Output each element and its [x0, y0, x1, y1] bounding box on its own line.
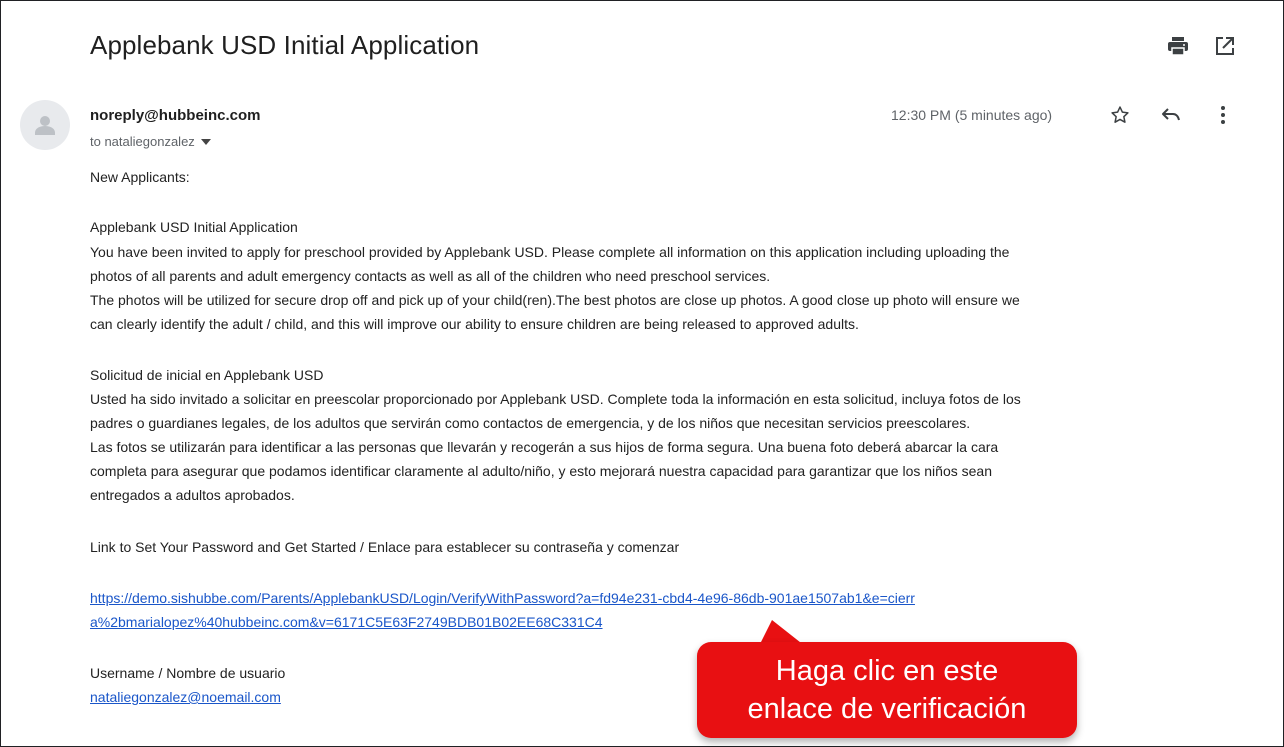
verification-link-line-1[interactable]: https://demo.sishubbe.com/Parents/Appleb…	[90, 587, 915, 610]
person-avatar-icon	[20, 100, 70, 150]
spanish-line-5: entregados a adultos aprobados.	[90, 487, 295, 503]
caret-down-icon	[200, 138, 211, 145]
english-title: Applebank USD Initial Application	[90, 219, 298, 235]
spanish-line-4: completa para asegurar que podamos ident…	[90, 463, 992, 479]
printer-icon[interactable]	[1166, 34, 1190, 58]
open-in-new-window-icon[interactable]	[1213, 34, 1237, 58]
callout-line-1: Haga clic en este	[775, 655, 999, 687]
reply-arrow-icon[interactable]	[1160, 104, 1182, 126]
english-line-1: You have been invited to apply for presc…	[90, 244, 1010, 260]
english-line-3: The photos will be utilized for secure d…	[90, 292, 1020, 308]
greeting: New Applicants:	[90, 169, 190, 185]
username-label: Username / Nombre de usuario	[90, 665, 286, 681]
english-line-4: can clearly identify the adult / child, …	[90, 316, 859, 332]
star-outline-icon[interactable]	[1109, 104, 1131, 126]
recipient-dropdown[interactable]: to nataliegonzalez	[90, 134, 211, 149]
callout-line-2: enlace de verificación	[747, 693, 1027, 725]
recipient-label: to nataliegonzalez	[90, 134, 195, 149]
more-vertical-icon[interactable]	[1212, 104, 1234, 126]
english-line-2: photos of all parents and adult emergenc…	[90, 268, 771, 284]
verification-link-line-2[interactable]: a%2bmarialopez%40hubbeinc.com&v=6171C5E6…	[90, 611, 603, 634]
email-timestamp: 12:30 PM (5 minutes ago)	[891, 107, 1053, 123]
username-email-link[interactable]: nataliegonzalez@noemail.com	[90, 686, 281, 709]
sender-address: noreply@hubbeinc.com	[90, 107, 261, 124]
link-intro: Link to Set Your Password and Get Starte…	[90, 539, 680, 555]
spanish-line-2: padres o guardianes legales, de los adul…	[90, 415, 971, 431]
callout-annotation: Haga clic en este enlace de verificación	[697, 642, 1077, 738]
spanish-title: Solicitud de inicial en Applebank USD	[90, 367, 324, 383]
email-subject: Applebank USD Initial Application	[90, 30, 480, 60]
spanish-line-1: Usted ha sido invitado a solicitar en pr…	[90, 391, 1021, 407]
spanish-line-3: Las fotos se utilizarán para identificar…	[90, 439, 999, 455]
